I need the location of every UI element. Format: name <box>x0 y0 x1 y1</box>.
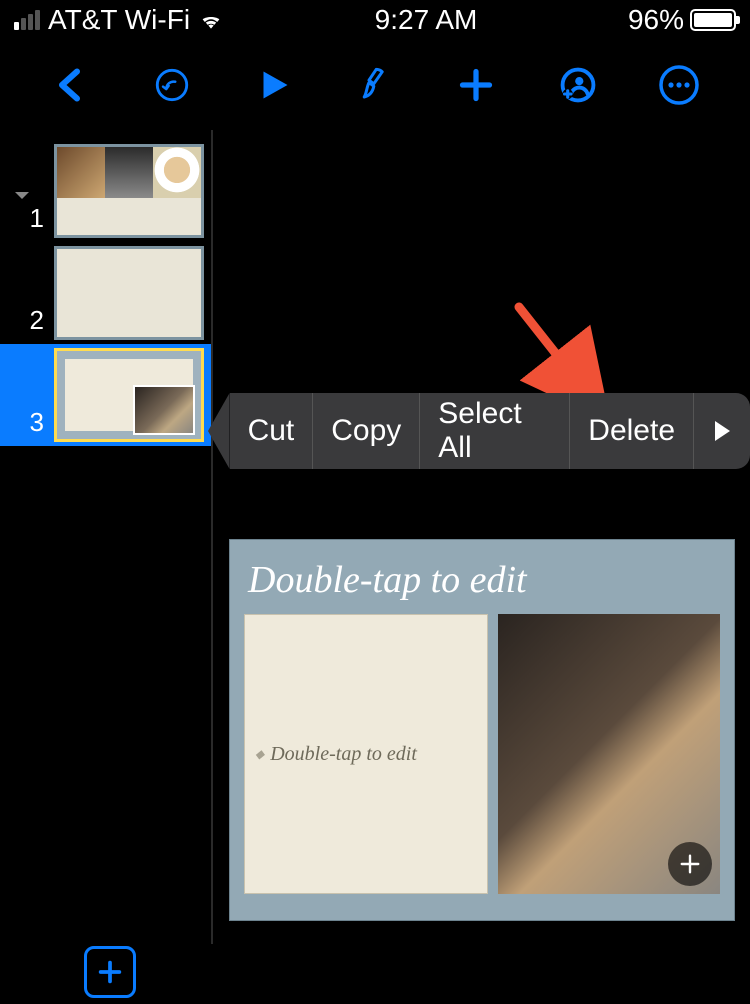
slide-thumbnail <box>54 246 204 340</box>
slide-thumb-2[interactable]: 2 <box>0 242 211 344</box>
carrier-label: AT&T Wi-Fi <box>48 4 190 36</box>
body-text-placeholder[interactable]: ◆ Double-tap to edit <box>244 614 488 894</box>
cellular-signal-icon <box>14 10 40 30</box>
slide-number: 3 <box>4 407 50 442</box>
context-copy[interactable]: Copy <box>313 393 420 469</box>
back-button[interactable] <box>44 58 98 112</box>
toolbar <box>0 40 750 130</box>
slide-thumbnail <box>54 348 204 442</box>
battery-icon <box>690 9 736 31</box>
context-delete[interactable]: Delete <box>570 393 694 469</box>
wifi-icon <box>198 10 224 30</box>
status-left: AT&T Wi-Fi <box>14 4 224 36</box>
more-button[interactable] <box>652 58 706 112</box>
slide-editor[interactable]: Double-tap to edit ◆ Double-tap to edit <box>229 539 735 921</box>
brush-icon <box>357 67 393 103</box>
context-select-all[interactable]: Select All <box>420 393 570 469</box>
play-button[interactable] <box>247 58 301 112</box>
slide-navigator: 1 2 3 <box>0 130 213 944</box>
chevron-down-icon <box>14 190 30 202</box>
title-placeholder[interactable]: Double-tap to edit <box>244 554 720 614</box>
plus-icon <box>96 958 124 986</box>
battery-percent: 96% <box>628 4 684 36</box>
context-more[interactable] <box>694 393 750 469</box>
insert-button[interactable] <box>449 58 503 112</box>
person-add-icon <box>560 67 596 103</box>
status-right: 96% <box>628 4 736 36</box>
slide-number: 1 <box>4 203 50 238</box>
context-menu-pointer <box>208 393 230 469</box>
add-media-button[interactable] <box>668 842 712 886</box>
bullet-icon: ◆ <box>255 747 264 762</box>
ellipsis-circle-icon <box>657 63 701 107</box>
collapse-toggle[interactable] <box>14 186 30 207</box>
undo-button[interactable] <box>145 58 199 112</box>
clock: 9:27 AM <box>375 4 478 36</box>
plus-icon <box>679 853 701 875</box>
context-menu: Cut Copy Select All Delete <box>208 393 750 469</box>
plus-icon <box>458 67 494 103</box>
play-icon <box>256 67 292 103</box>
slide-thumb-1[interactable]: 1 <box>0 140 211 242</box>
body-placeholder-text: Double-tap to edit <box>270 743 417 766</box>
slide-number: 2 <box>4 305 50 340</box>
undo-icon <box>154 67 190 103</box>
format-brush-button[interactable] <box>348 58 402 112</box>
status-bar: AT&T Wi-Fi 9:27 AM 96% <box>0 0 750 40</box>
media-placeholder[interactable] <box>498 614 720 894</box>
collaborate-button[interactable] <box>551 58 605 112</box>
slide-canvas[interactable]: Double-tap to edit ◆ Double-tap to edit <box>213 130 750 944</box>
slide-thumbnail <box>54 144 204 238</box>
add-slide-button[interactable] <box>84 946 136 998</box>
chevron-left-icon <box>53 67 89 103</box>
context-cut[interactable]: Cut <box>230 393 314 469</box>
main: 1 2 3 Double-tap to edit <box>0 130 750 944</box>
bottom-bar <box>0 944 750 1004</box>
play-icon <box>712 419 732 443</box>
slide-thumb-3[interactable]: 3 <box>0 344 211 446</box>
